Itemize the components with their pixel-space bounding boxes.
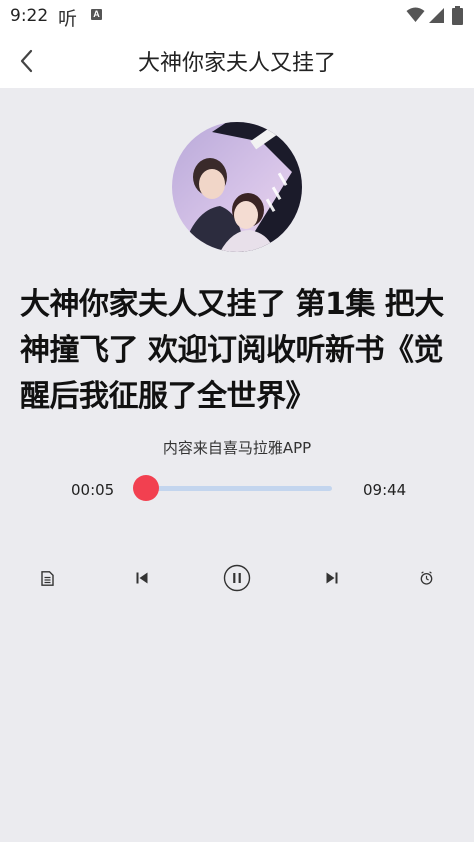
- episode-title: 大神你家夫人又挂了 第1集 把大神撞飞了 欢迎订阅收听新书《觉醒后我征服了全世界…: [20, 287, 444, 414]
- cellular-signal-icon: [429, 8, 444, 23]
- document-icon[interactable]: [41, 571, 54, 586]
- a-badge: A: [91, 9, 102, 20]
- app-notification-glyph: 听: [58, 8, 78, 30]
- current-time: 00:05: [71, 481, 115, 499]
- page-title: 大神你家夫人又挂了: [137, 51, 336, 76]
- progress-track[interactable]: [133, 486, 332, 491]
- status-bar: 9:22 听 A: [0, 0, 474, 32]
- pause-button[interactable]: [223, 564, 251, 592]
- source-label: 内容来自喜马拉雅APP: [162, 439, 312, 457]
- status-time: 9:22: [10, 6, 49, 26]
- skip-next-icon[interactable]: [326, 572, 338, 584]
- battery-icon: [452, 6, 463, 25]
- progress-slider-thumb[interactable]: [132, 475, 159, 501]
- cover-artwork: [172, 122, 302, 252]
- timer-icon[interactable]: [420, 571, 433, 585]
- skip-previous-icon[interactable]: [136, 572, 148, 584]
- album-cover: [172, 122, 302, 252]
- wifi-icon: [406, 7, 425, 22]
- total-duration: 09:44: [363, 481, 407, 499]
- header-bar: 大神你家夫人又挂了: [0, 32, 474, 88]
